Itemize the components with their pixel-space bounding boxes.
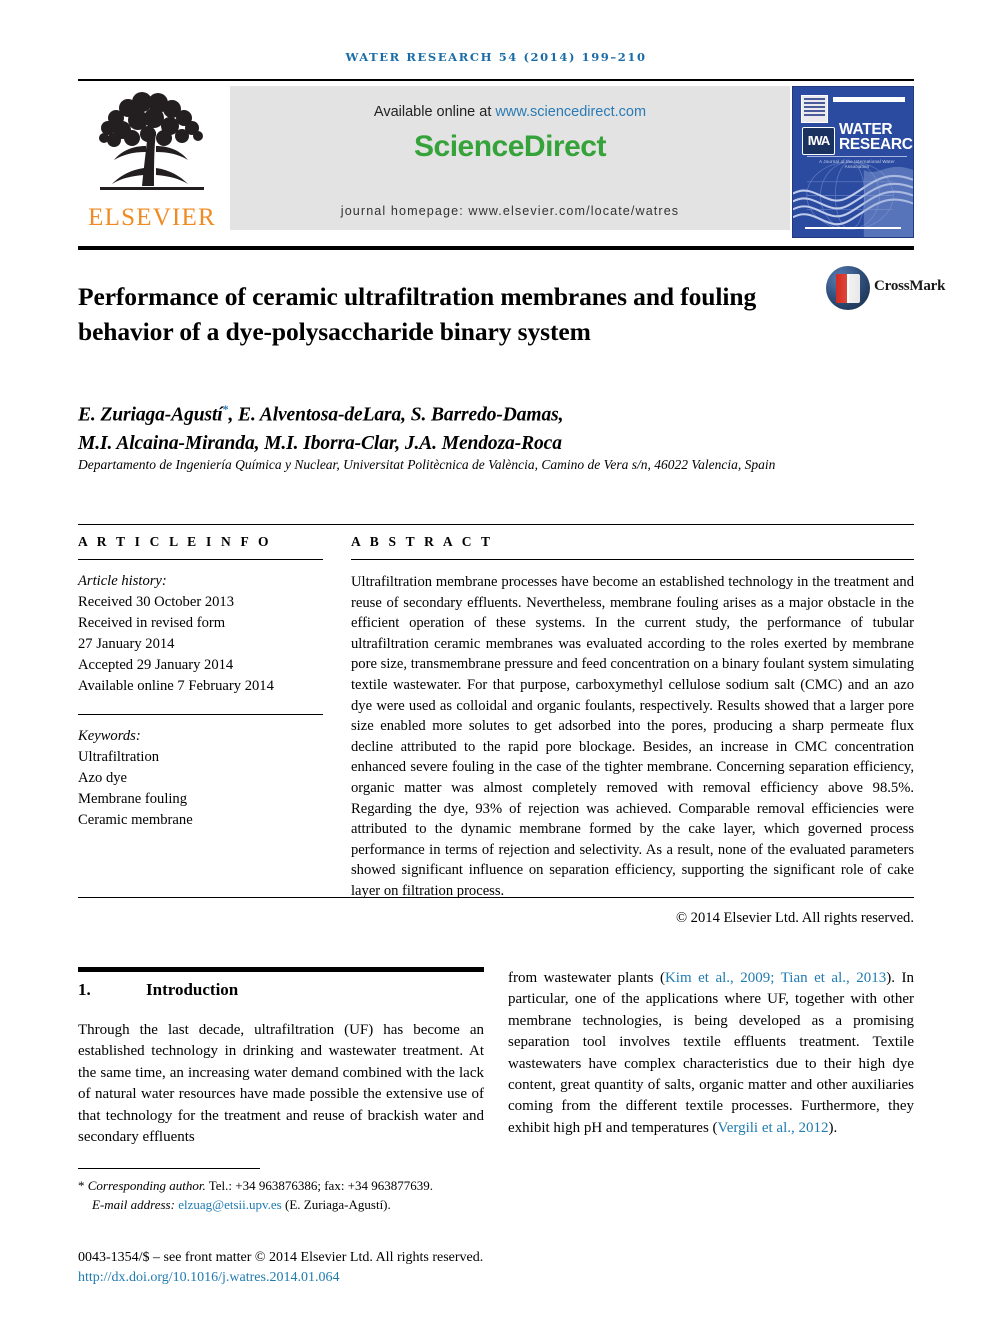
history-item: 27 January 2014 (78, 636, 175, 652)
citation-link-vergili[interactable]: Vergili et al., 2012 (718, 1120, 829, 1136)
corresponding-author-contact: Tel.: +34 963876386; fax: +34 963877639. (205, 1178, 434, 1193)
email-link[interactable]: elzuag@etsii.upv.es (178, 1197, 282, 1212)
history-item: Accepted 29 January 2014 (78, 657, 234, 673)
iwa-logo: IWA (802, 127, 835, 155)
cover-divider (807, 156, 907, 157)
cover-society-line: A Journal of the International Water Ass… (819, 159, 895, 169)
keywords-label: Keywords: (78, 728, 141, 744)
keyword-item: Ultrafiltration (78, 749, 160, 765)
available-online-text: Available online at www.sciencedirect.co… (230, 104, 790, 120)
keyword-item: Azo dye (78, 770, 128, 786)
corresponding-author-note: * Corresponding author. Tel.: +34 963876… (78, 1176, 518, 1195)
cover-journal-title: WATER RESEARCH (839, 121, 913, 153)
running-head: WATER RESEARCH 54 (2014) 199–210 (345, 50, 647, 64)
author-line-1-rest: , E. Alventosa-deLara, S. Barredo-Damas, (228, 404, 564, 426)
abstract-underline (351, 559, 914, 560)
corresponding-author-label: Corresponding author. (87, 1178, 206, 1193)
doi-link[interactable]: http://dx.doi.org/10.1016/j.watres.2014.… (78, 1268, 638, 1288)
sciencedirect-banner: Available online at www.sciencedirect.co… (230, 86, 790, 230)
cover-title-line2: RESEARCH (839, 136, 913, 153)
article-info-column: A R T I C L E I N F O Article history: R… (78, 534, 323, 831)
journal-masthead: ELSEVIER Available online at www.science… (78, 86, 914, 238)
body-column-left: Through the last decade, ultrafiltration… (78, 1020, 484, 1148)
history-item: Received in revised form (78, 615, 226, 631)
sciencedirect-url-link[interactable]: www.sciencedirect.com (495, 104, 646, 120)
sciencedirect-wordmark: ScienceDirect (414, 130, 606, 163)
article-history-label: Article history: (78, 573, 167, 589)
footnote-block: * Corresponding author. Tel.: +34 963876… (78, 1176, 518, 1214)
article-info-heading: A R T I C L E I N F O (78, 534, 272, 549)
footer-imprint-block: 0043-1354/$ – see front matter © 2014 El… (78, 1248, 638, 1288)
journal-homepage-text[interactable]: journal homepage: www.elsevier.com/locat… (230, 204, 790, 218)
keywords-block: Keywords: Ultrafiltration Azo dye Membra… (78, 726, 323, 831)
history-item: Received 30 October 2013 (78, 594, 235, 610)
keyword-item: Ceramic membrane (78, 812, 193, 828)
section-number: 1. (78, 980, 91, 999)
intro-right-post: ). (828, 1119, 838, 1136)
abstract-body: Ultrafiltration membrane processes have … (351, 574, 914, 899)
journal-cover-image: IWA WATER RESEARCH A Journal of the Inte… (792, 86, 914, 238)
header-rule (78, 79, 914, 81)
article-info-underline (78, 559, 323, 560)
footnote-marker: * (78, 1178, 85, 1193)
footnote-rule (78, 1168, 260, 1169)
crossmark-circle-icon (826, 266, 870, 310)
info-section-rule (78, 524, 914, 525)
title-rule (78, 246, 914, 250)
author-list: E. Zuriaga-Agustí*, E. Alventosa-deLara,… (78, 395, 798, 458)
citation-link-kim-tian[interactable]: Kim et al., 2009; Tian et al., 2013 (665, 970, 886, 986)
cover-issn-box (801, 95, 828, 123)
keyword-item: Membrane fouling (78, 791, 188, 807)
elsevier-logo: ELSEVIER (78, 86, 226, 238)
intro-right-pre: from wastewater plants ( (508, 970, 665, 986)
keywords-divider (78, 714, 323, 715)
author-line-2: M.I. Alcaina-Miranda, M.I. Iborra-Clar, … (78, 432, 562, 454)
crossmark-badge[interactable]: CrossMark (826, 266, 945, 312)
crossmark-label: CrossMark (874, 278, 946, 294)
issn-front-matter: 0043-1354/$ – see front matter © 2014 El… (78, 1250, 484, 1265)
journal-article-page: WATER RESEARCH 54 (2014) 199–210 ELSEVIE… (0, 0, 992, 1323)
intro-paragraph-right: from wastewater plants (Kim et al., 2009… (508, 968, 914, 1139)
abstract-column: A B S T R A C T Ultrafiltration membrane… (351, 534, 914, 927)
abstract-section-end-rule (78, 897, 914, 898)
author-line-1: E. Zuriaga-Agustí (78, 404, 223, 426)
email-owner: (E. Zuriaga-Agustí). (281, 1197, 391, 1212)
elsevier-wordmark: ELSEVIER (88, 204, 216, 231)
cover-title-line1: WATER (839, 121, 893, 138)
intro-paragraph-left: Through the last decade, ultrafiltration… (78, 1022, 484, 1146)
section-title: Introduction (146, 980, 239, 999)
intro-right-mid: ). In particular, one of the application… (508, 970, 915, 1136)
history-item: Available online 7 February 2014 (78, 678, 274, 694)
affiliation: Departamento de Ingeniería Química y Nuc… (78, 457, 776, 472)
section-heading-introduction: 1. Introduction (78, 980, 484, 1000)
email-note: E-mail address: elzuag@etsii.upv.es (E. … (78, 1195, 518, 1214)
abstract-copyright: © 2014 Elsevier Ltd. All rights reserved… (675, 909, 914, 926)
available-online-label: Available online at (373, 104, 496, 120)
cover-bottom-rule (805, 227, 901, 229)
article-history-block: Article history: Received 30 October 201… (78, 571, 323, 697)
cover-top-rule (833, 97, 905, 102)
body-column-right: from wastewater plants (Kim et al., 2009… (508, 968, 914, 1139)
crossmark-book-icon (836, 274, 860, 303)
email-label: E-mail address: (92, 1197, 179, 1212)
page-title: Performance of ceramic ultrafiltration m… (78, 282, 757, 347)
section-heading-bar (78, 967, 484, 972)
elsevier-tree-icon (99, 92, 204, 190)
abstract-heading: A B S T R A C T (351, 534, 494, 549)
